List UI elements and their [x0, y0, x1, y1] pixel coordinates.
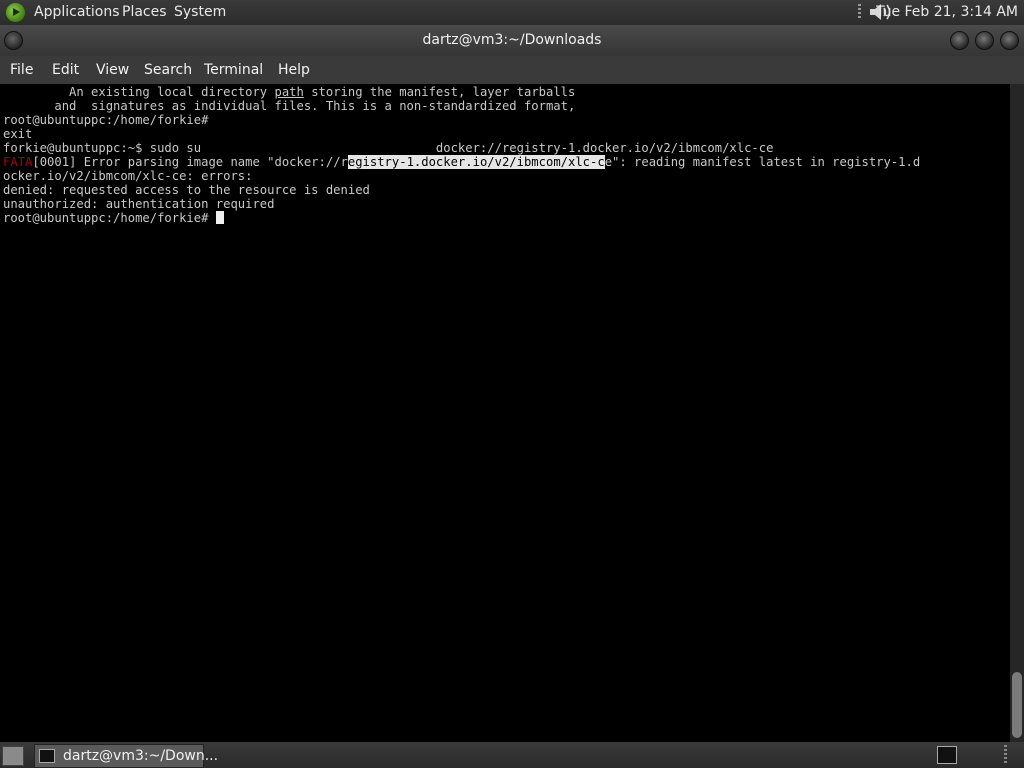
panel-separator [858, 4, 861, 20]
panel-handle[interactable] [1004, 745, 1007, 765]
bottom-panel: dartz@vm3:~/Down... [0, 742, 1024, 768]
terminal-line: An existing local directory path storing… [3, 85, 576, 99]
menu-help[interactable]: Help [278, 56, 310, 84]
show-desktop-icon[interactable] [2, 746, 24, 766]
system-menu[interactable]: System [174, 0, 226, 25]
terminal-line: unauthorized: authentication required [3, 197, 275, 211]
terminal-line: forkie@ubuntuppc:~$ sudo su docker://reg… [3, 141, 774, 155]
terminal-line: root@ubuntuppc:/home/forkie# [3, 113, 209, 127]
menu-search[interactable]: Search [144, 56, 192, 84]
top-panel: Applications Places System Tue Feb 21, 3… [0, 0, 1024, 25]
terminal-line: and signatures as individual files. This… [3, 99, 576, 113]
terminal-line: FATA[0001] Error parsing image name "doc… [3, 155, 921, 169]
menu-edit[interactable]: Edit [52, 56, 79, 84]
taskbar-window-label: dartz@vm3:~/Down... [63, 748, 219, 764]
window-titlebar[interactable]: dartz@vm3:~/Downloads [0, 25, 1024, 56]
window-title: dartz@vm3:~/Downloads [422, 32, 602, 48]
terminal-output[interactable]: An existing local directory path storing… [0, 84, 1010, 742]
minimize-icon[interactable] [950, 31, 969, 50]
terminal-scrollbar[interactable] [1010, 84, 1024, 742]
terminal-prompt-line: root@ubuntuppc:/home/forkie# [3, 211, 224, 225]
clock[interactable]: Tue Feb 21, 3:14 AM [876, 0, 1018, 25]
menu-file[interactable]: File [10, 56, 33, 84]
fatal-label: FATA [3, 155, 33, 169]
terminal-cursor [215, 211, 224, 224]
applications-menu[interactable]: Applications [34, 0, 120, 25]
terminal-line: ocker.io/v2/ibmcom/xlc-ce: errors: [3, 169, 253, 183]
terminal-icon [39, 749, 55, 763]
menubar: File Edit View Search Terminal Help [0, 56, 1024, 84]
places-menu[interactable]: Places [122, 0, 167, 25]
close-icon[interactable] [1000, 31, 1019, 50]
menu-terminal[interactable]: Terminal [204, 56, 263, 84]
selected-text: egistry-1.docker.io/v2/ibmcom/xlc-c [347, 155, 605, 169]
gnome-foot-icon[interactable] [6, 3, 25, 22]
taskbar-window-button[interactable]: dartz@vm3:~/Down... [34, 744, 218, 768]
scrollbar-thumb[interactable] [1012, 672, 1022, 738]
maximize-icon[interactable] [975, 31, 994, 50]
terminal-line: exit [3, 127, 33, 141]
terminal-icon[interactable] [937, 746, 957, 764]
menu-view[interactable]: View [96, 56, 129, 84]
terminal-line: denied: requested access to the resource… [3, 183, 370, 197]
